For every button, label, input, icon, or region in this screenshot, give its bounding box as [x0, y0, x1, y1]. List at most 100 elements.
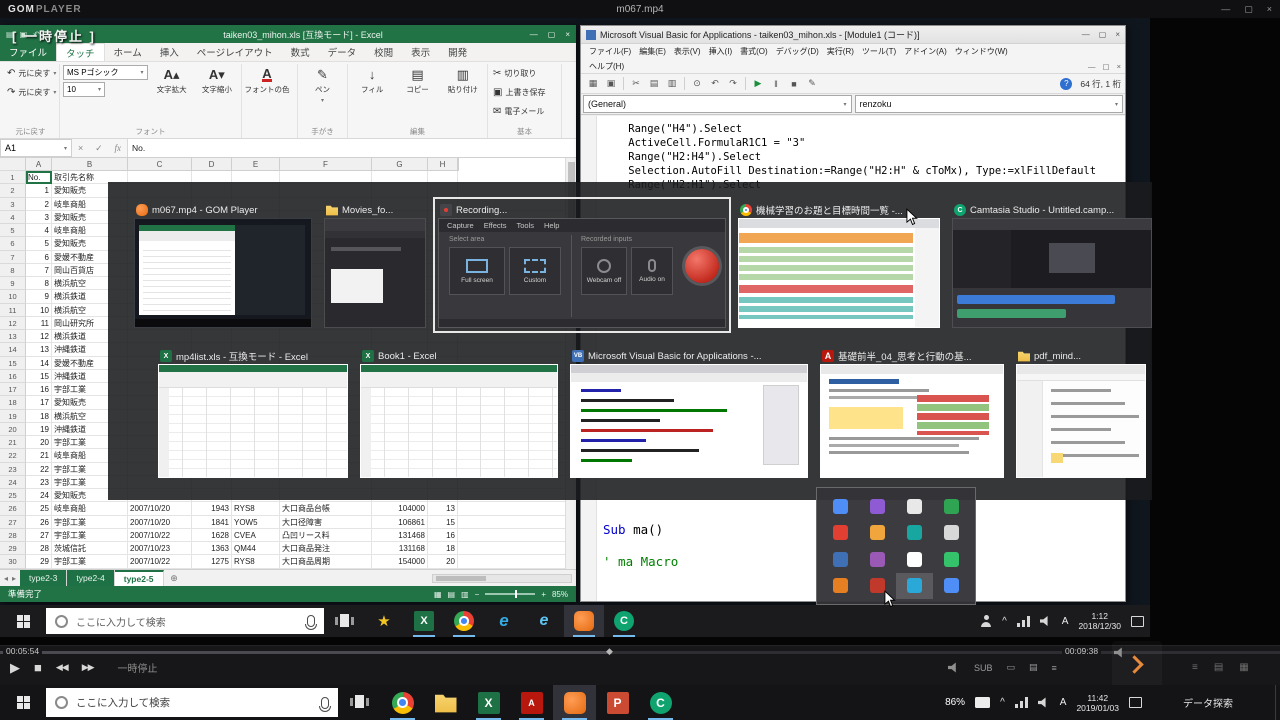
cell[interactable]: 2007/10/22 — [128, 555, 192, 568]
row-number[interactable]: 30 — [0, 555, 26, 568]
recorder-menu-Effects[interactable]: Effects — [484, 221, 507, 230]
cell[interactable]: RYS8 — [232, 502, 280, 515]
taskbar-app-powerpoint[interactable]: P — [596, 685, 639, 720]
cell[interactable]: YOW5 — [232, 516, 280, 529]
row-number[interactable]: 25 — [0, 489, 26, 502]
name-box[interactable]: A1▾ — [0, 139, 72, 157]
column-header-G[interactable]: G — [372, 158, 428, 171]
cell[interactable]: 20 — [26, 436, 52, 449]
cell[interactable]: 大口商品周期 — [280, 555, 372, 568]
tray-icons-popup[interactable] — [816, 487, 976, 605]
shrink-font-button[interactable]: A▾文字縮小 — [196, 65, 238, 126]
row-number[interactable]: 22 — [0, 449, 26, 462]
battery-level[interactable]: 86% — [945, 697, 965, 708]
window-thumbnail[interactable] — [324, 218, 426, 328]
row-number[interactable]: 15 — [0, 357, 26, 370]
cell[interactable]: 4 — [26, 224, 52, 237]
taskbar-app-ie[interactable]: e — [524, 605, 564, 637]
clock[interactable]: 11:42 2019/01/03 — [1076, 693, 1119, 713]
menu-ウィンドウ(W)[interactable]: ウィンドウ(W) — [951, 46, 1012, 57]
alt-tab-item[interactable]: m067.mp4 - GOM Player — [134, 202, 312, 328]
email-button[interactable]: ✉電子メール — [491, 103, 558, 120]
insert-function-icon[interactable]: fx — [115, 143, 122, 153]
sheet-tab-type2-3[interactable]: type2-3 — [20, 570, 67, 586]
cell[interactable]: 25 — [26, 502, 52, 515]
formula-input[interactable]: No. — [128, 139, 576, 157]
paste-icon[interactable]: ▥ — [664, 76, 680, 92]
save-icon[interactable]: ▣ — [603, 76, 619, 92]
zoom-out-button[interactable]: − — [475, 590, 480, 599]
enter-icon[interactable]: ✓ — [95, 143, 103, 154]
cell[interactable]: 2007/10/23 — [128, 542, 192, 555]
column-header-B[interactable]: B — [52, 158, 128, 171]
cell[interactable]: 岐阜商船 — [52, 502, 128, 515]
redo-icon[interactable]: ↷ — [725, 76, 741, 92]
ime-indicator[interactable]: A — [1060, 697, 1067, 708]
tray-expand-icon[interactable]: ^ — [1000, 697, 1005, 708]
tray-popup-cell[interactable] — [896, 546, 933, 573]
cell[interactable]: 13 — [428, 502, 458, 515]
menu-挿入(I)[interactable]: 挿入(I) — [705, 46, 737, 57]
mic-icon[interactable] — [321, 697, 329, 709]
row-number[interactable]: 11 — [0, 304, 26, 317]
vba-close-icon[interactable]: × — [1115, 30, 1120, 39]
add-sheet-button[interactable]: ⊕ — [168, 572, 181, 585]
inner-clock[interactable]: 1:12 2018/12/30 — [1078, 611, 1121, 631]
next-button[interactable]: ▶▶ — [82, 661, 94, 674]
subtitle-button[interactable]: SUB — [974, 663, 993, 673]
cancel-icon[interactable]: × — [78, 143, 83, 153]
row-number[interactable]: 7 — [0, 251, 26, 264]
tab-file[interactable]: ファイル — [0, 43, 56, 61]
run-icon[interactable]: ▶ — [750, 76, 766, 92]
window-thumbnail[interactable] — [158, 364, 348, 478]
row-number[interactable]: 14 — [0, 343, 26, 356]
zoom-slider[interactable] — [485, 593, 535, 595]
taskbar-app-chrome[interactable] — [381, 685, 424, 720]
cell[interactable]: 宇部工業 — [52, 529, 128, 542]
row-number[interactable]: 6 — [0, 237, 26, 250]
close-icon[interactable]: × — [1267, 4, 1272, 15]
help-icon[interactable]: ? — [1060, 78, 1072, 90]
cell[interactable]: 22 — [26, 463, 52, 476]
cell[interactable]: 5 — [26, 237, 52, 250]
tab-ページレイアウト[interactable]: ページレイアウト — [188, 43, 282, 61]
fill-button[interactable]: ↓フィル — [351, 65, 393, 126]
cell[interactable]: 1 — [26, 184, 52, 197]
view-normal-icon[interactable]: ▦ — [434, 590, 442, 599]
tray-popup-cell[interactable] — [933, 573, 970, 600]
menu-編集(E)[interactable]: 編集(E) — [635, 46, 670, 57]
cell[interactable]: 1275 — [192, 555, 232, 568]
tray-popup-cell[interactable] — [822, 493, 859, 520]
window-thumbnail[interactable] — [570, 364, 808, 478]
window-thumbnail[interactable]: CaptureEffectsToolsHelpSelect areaFull s… — [438, 218, 726, 328]
excel-close-icon[interactable]: × — [565, 30, 570, 39]
tab-挿入[interactable]: 挿入 — [151, 43, 188, 61]
menu-デバッグ(D)[interactable]: デバッグ(D) — [772, 46, 823, 57]
row-number[interactable]: 8 — [0, 264, 26, 277]
gom-titlebar[interactable]: GOM PLAYER m067.mp4 — ▢ × — [0, 0, 1280, 18]
cell[interactable]: 10 — [26, 304, 52, 317]
window-thumbnail[interactable] — [820, 364, 1004, 478]
copy-icon[interactable]: ▤ — [646, 76, 662, 92]
row-number[interactable]: 17 — [0, 383, 26, 396]
ime-indicator[interactable]: A — [1062, 616, 1069, 627]
cell[interactable]: 11 — [26, 317, 52, 330]
cell[interactable]: 106861 — [372, 516, 428, 529]
cell[interactable]: 16 — [428, 529, 458, 542]
taskbar-app-excel[interactable]: X — [404, 605, 444, 637]
cell[interactable]: 大口径障害 — [280, 516, 372, 529]
tray-popup-cell[interactable] — [896, 520, 933, 547]
taskbar-app-excel[interactable]: X — [467, 685, 510, 720]
cell[interactable]: 2007/10/20 — [128, 502, 192, 515]
panel-expand-button[interactable] — [1112, 641, 1162, 688]
row-number[interactable]: 23 — [0, 463, 26, 476]
tray-popup-cell[interactable] — [896, 573, 933, 600]
alt-tab-item[interactable]: XBook1 - Excel — [360, 348, 558, 478]
taskbar-app-chrome[interactable] — [444, 605, 484, 637]
window-thumbnail[interactable] — [738, 218, 940, 328]
inner-start-button[interactable] — [0, 605, 46, 637]
taskbar-app-explorer[interactable] — [424, 685, 467, 720]
cell[interactable]: 18 — [428, 542, 458, 555]
video-area[interactable]: ▤ ▣ ↶ ↷ taiken03_mihon.xls [互換モード] - Exc… — [0, 18, 1280, 645]
cut-button[interactable]: ✂切り取り — [491, 65, 558, 82]
